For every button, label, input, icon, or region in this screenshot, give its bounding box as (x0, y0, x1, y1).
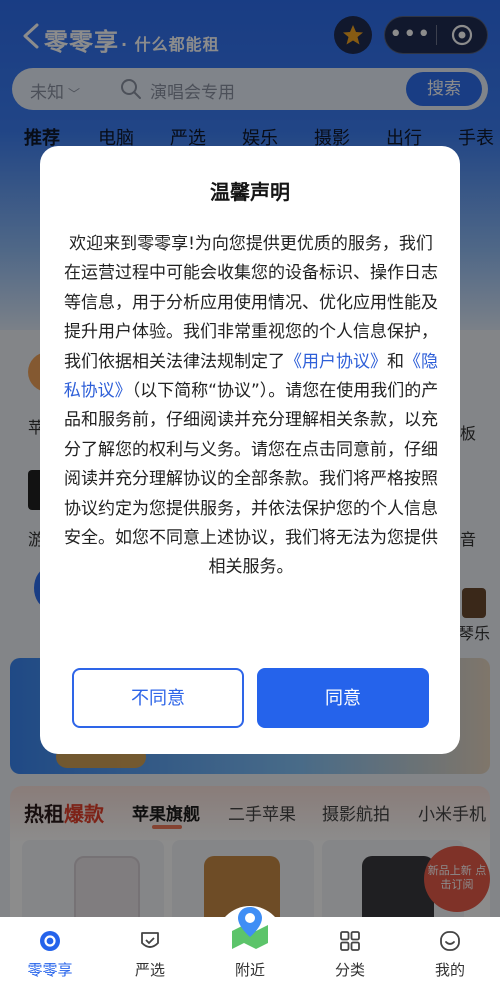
disagree-button[interactable]: 不同意 (72, 668, 244, 728)
dialog-body: 欢迎来到零零享!为向您提供更优质的服务，我们在运营过程中可能会收集您的设备标识、… (62, 230, 440, 583)
tab-home[interactable]: 零零享 (0, 917, 100, 988)
shield-check-icon (141, 932, 159, 948)
tab-selected-goods[interactable]: 严选 (100, 917, 200, 988)
map-pin-icon (232, 907, 268, 949)
dialog-title: 温馨声明 (210, 180, 290, 204)
home-logo-icon (40, 931, 60, 951)
agree-button[interactable]: 同意 (257, 668, 429, 728)
smile-icon (440, 931, 460, 951)
tab-mine[interactable]: 我的 (400, 917, 500, 988)
tab-label: 零零享 (27, 961, 73, 979)
privacy-dialog: 温馨声明 欢迎来到零零享!为向您提供更优质的服务，我们在运营过程中可能会收集您的… (40, 146, 460, 754)
grid-icon (340, 931, 360, 951)
tab-label: 严选 (134, 961, 165, 979)
dialog-text-and: 和 (387, 351, 404, 372)
tab-label: 分类 (334, 961, 365, 979)
user-agreement-link[interactable]: 《用户协议》 (285, 352, 387, 372)
tab-category[interactable]: 分类 (300, 917, 400, 988)
dialog-text: （以下简称“协议”）。请您在使用我们的产品和服务前，仔细阅读并充分理解相关条款，… (64, 381, 439, 578)
bottom-tab-bar: 零零享 严选 附近 分类 我的 (0, 907, 500, 988)
tab-label: 我的 (434, 961, 465, 979)
tab-label: 附近 (234, 961, 265, 979)
tab-nearby[interactable]: 附近 (200, 907, 300, 988)
